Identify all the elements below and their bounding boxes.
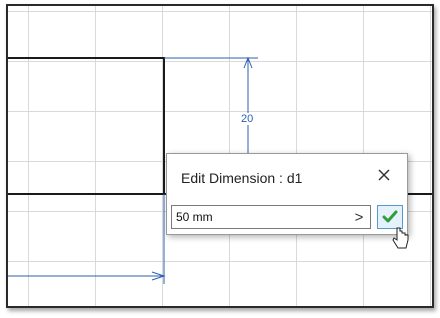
checkmark-icon: [382, 210, 398, 223]
dimension-value-field: >: [171, 205, 371, 229]
edit-dimension-dialog: Edit Dimension : d1 >: [166, 153, 408, 235]
close-button[interactable]: [373, 164, 395, 186]
dimension-value-input[interactable]: [172, 206, 350, 228]
mouse-pointer-icon: [392, 227, 409, 249]
dimension-value-label[interactable]: 20: [241, 113, 254, 125]
sketch-rectangle: [8, 57, 165, 194]
dialog-title: Edit Dimension : d1: [181, 170, 303, 186]
next-button[interactable]: >: [350, 207, 368, 227]
close-icon: [378, 169, 390, 181]
